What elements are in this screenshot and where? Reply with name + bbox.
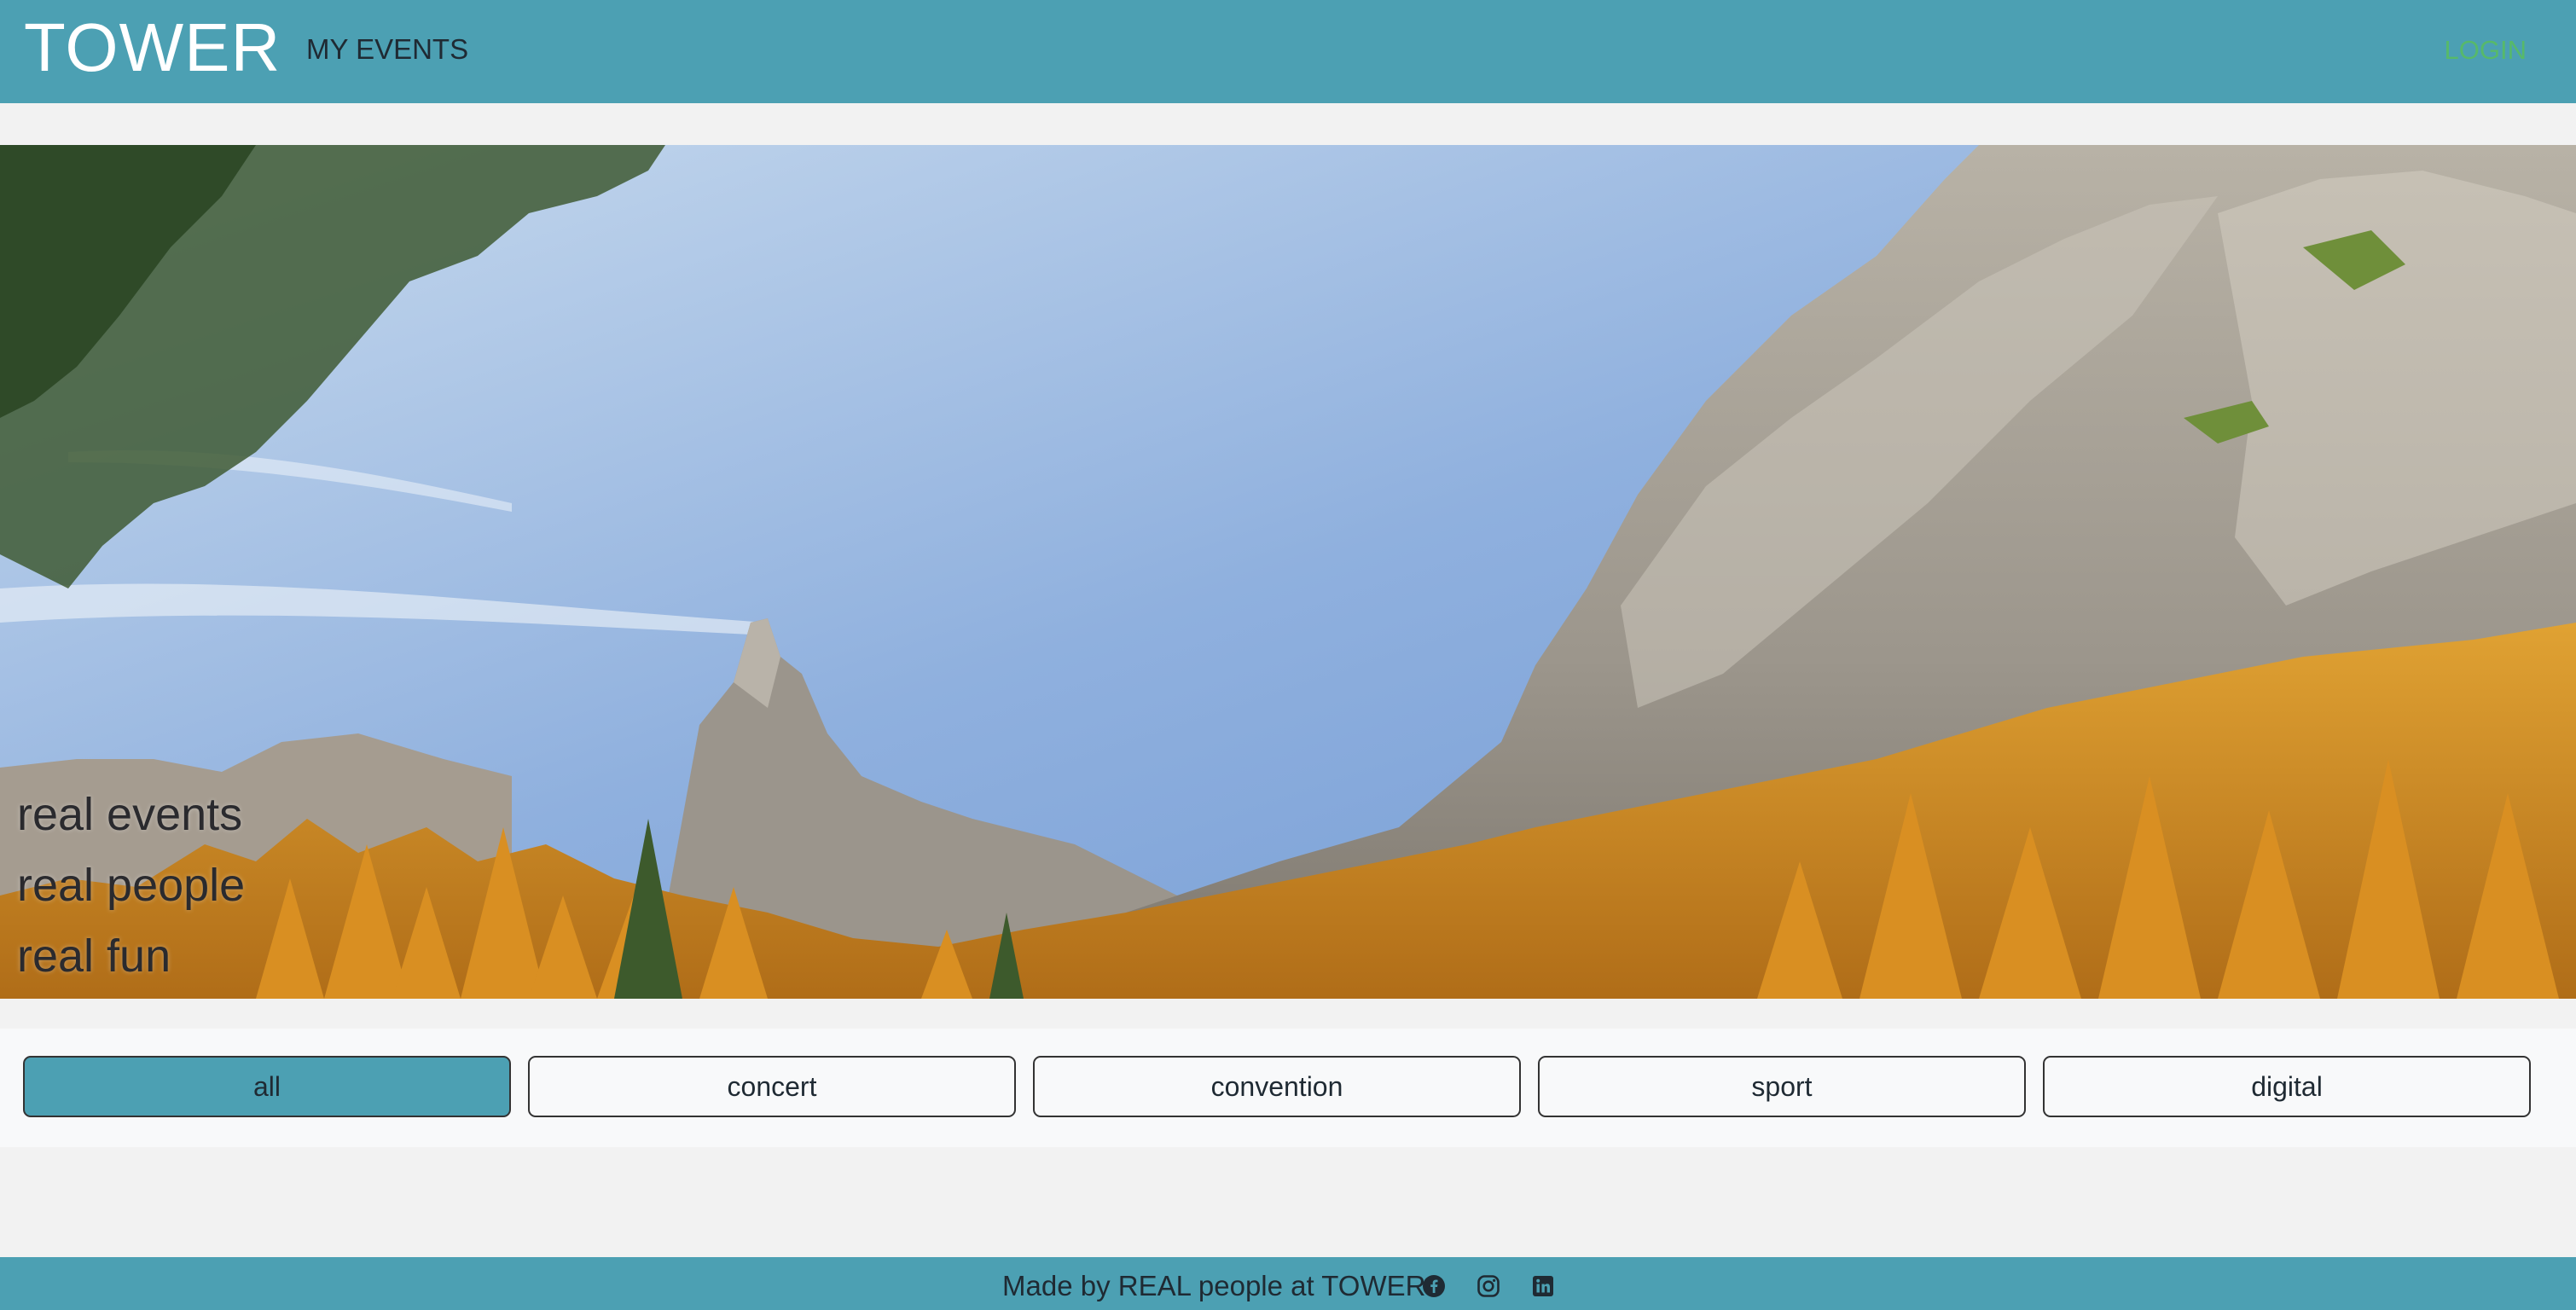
filter-button-convention[interactable]: convention	[1033, 1056, 1521, 1117]
login-button[interactable]: LOGIN	[2445, 33, 2527, 67]
facebook-icon[interactable]	[1422, 1274, 1446, 1298]
hero-tagline-3: real fun	[17, 930, 171, 982]
nav-link-my-events[interactable]: MY EVENTS	[306, 32, 468, 67]
hero-tagline-1: real events	[17, 789, 243, 840]
filter-button-sport[interactable]: sport	[1538, 1056, 2026, 1117]
hero-landscape-image	[0, 145, 2576, 999]
filter-button-digital[interactable]: digital	[2043, 1056, 2531, 1117]
linkedin-icon[interactable]	[1531, 1274, 1555, 1298]
filter-button-concert[interactable]: concert	[528, 1056, 1016, 1117]
hero-tagline-2: real people	[17, 860, 246, 911]
footer: Made by REAL people at TOWER	[0, 1257, 2576, 1310]
filter-button-all[interactable]: all	[23, 1056, 511, 1117]
hero-banner: real events real people real fun	[0, 145, 2576, 999]
category-filter-bar: all concert convention sport digital	[0, 1029, 2576, 1147]
footer-credit: Made by REAL people at TOWER	[1002, 1270, 1426, 1301]
instagram-icon[interactable]	[1477, 1274, 1500, 1298]
navbar: TOWER MY EVENTS LOGIN	[0, 0, 2576, 103]
brand-logo[interactable]: TOWER	[24, 5, 281, 90]
